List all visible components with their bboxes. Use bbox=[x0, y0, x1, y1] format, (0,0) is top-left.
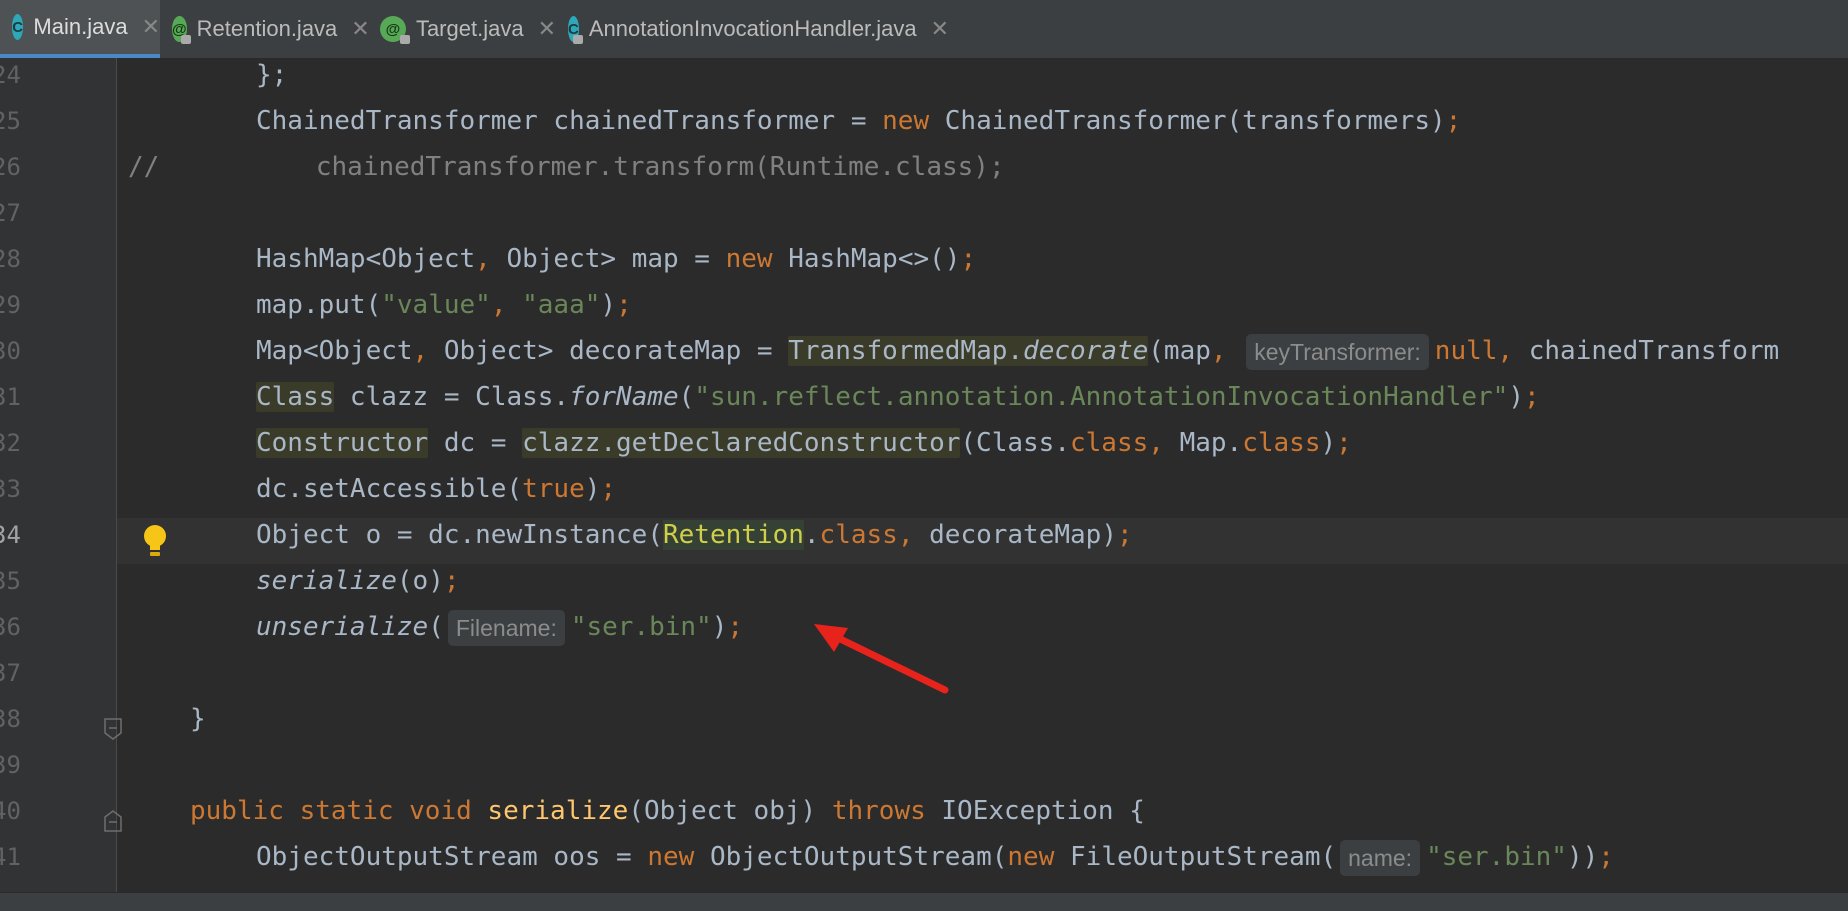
code-line-35[interactable]: serialize(o); bbox=[256, 558, 460, 604]
line-number: 32 bbox=[0, 429, 21, 457]
java-class-lock-icon: C bbox=[568, 16, 583, 44]
tab-target-java[interactable]: @ Target.java ✕ bbox=[368, 0, 556, 58]
annotation-lock-icon: @ bbox=[380, 16, 410, 44]
code-line-29[interactable]: map.put("value", "aaa"); bbox=[256, 282, 632, 328]
line-number: 33 bbox=[0, 475, 21, 503]
code-line-24[interactable]: }; bbox=[256, 52, 287, 98]
code-line-36[interactable]: unserialize(Filename: "ser.bin"); bbox=[256, 604, 743, 650]
tab-label: AnnotationInvocationHandler.java bbox=[588, 16, 917, 41]
close-icon[interactable]: ✕ bbox=[351, 16, 369, 42]
line-number: 37 bbox=[0, 659, 21, 687]
tab-label: Retention.java bbox=[196, 16, 338, 41]
line-number: 35 bbox=[0, 567, 21, 595]
java-class-icon: C bbox=[12, 14, 24, 40]
fold-marker-icon[interactable] bbox=[104, 810, 122, 832]
code-line-33[interactable]: dc.setAccessible(true); bbox=[256, 466, 616, 512]
line-number: 40 bbox=[0, 797, 21, 825]
gutter-divider bbox=[116, 58, 117, 892]
line-number: 26 bbox=[0, 153, 21, 181]
code-line-28[interactable]: HashMap<Object, Object> map = new HashMa… bbox=[256, 236, 976, 282]
tab-annotationinvocationhandler-java[interactable]: C AnnotationInvocationHandler.java ✕ bbox=[556, 0, 949, 58]
parameter-hint: Filename: bbox=[447, 609, 565, 646]
line-number: 36 bbox=[0, 613, 21, 641]
tab-main-java[interactable]: C Main.java ✕ bbox=[0, 0, 160, 58]
code-line-34[interactable]: Object o = dc.newInstance(Retention.clas… bbox=[256, 512, 1133, 558]
tab-label: Main.java bbox=[33, 14, 128, 39]
code-line-41[interactable]: ObjectOutputStream oos = new ObjectOutpu… bbox=[256, 834, 1614, 880]
code-line-38[interactable]: } bbox=[190, 696, 206, 742]
red-arrow-annotation bbox=[814, 624, 949, 694]
lightbulb-icon[interactable] bbox=[142, 524, 168, 558]
code-line-40[interactable]: public static void serialize(Object obj)… bbox=[190, 788, 1145, 834]
line-number: 41 bbox=[0, 843, 21, 871]
parameter-hint: keyTransformer: bbox=[1246, 333, 1429, 370]
close-icon[interactable]: ✕ bbox=[538, 16, 556, 42]
line-number: 31 bbox=[0, 383, 21, 411]
line-number: 27 bbox=[0, 199, 21, 227]
code-line-25[interactable]: ChainedTransformer chainedTransformer = … bbox=[256, 98, 1461, 144]
line-number-current: 34 bbox=[0, 521, 21, 549]
line-number: 25 bbox=[0, 107, 21, 135]
horizontal-scrollbar[interactable] bbox=[0, 892, 1848, 911]
fold-marker-icon[interactable] bbox=[104, 718, 122, 740]
annotation-lock-icon: @ bbox=[172, 16, 191, 44]
line-number: 29 bbox=[0, 291, 21, 319]
line-number: 39 bbox=[0, 751, 21, 779]
code-line-32[interactable]: Constructor dc = clazz.getDeclaredConstr… bbox=[256, 420, 1352, 466]
line-number: 28 bbox=[0, 245, 21, 273]
tab-label: Target.java bbox=[415, 16, 524, 41]
close-icon[interactable]: ✕ bbox=[931, 16, 949, 42]
line-number: 30 bbox=[0, 337, 21, 365]
tab-retention-java[interactable]: @ Retention.java ✕ bbox=[160, 0, 370, 58]
line-number: 24 bbox=[0, 61, 21, 89]
code-line-30[interactable]: Map<Object, Object> decorateMap = Transf… bbox=[256, 328, 1779, 374]
parameter-hint: name: bbox=[1340, 839, 1421, 876]
code-editor[interactable]: 24 25 26 27 28 29 30 31 32 33 34 35 36 3… bbox=[0, 58, 1848, 892]
code-line-26[interactable]: // chainedTransformer.transform(Runtime.… bbox=[128, 144, 1005, 190]
retention-symbol[interactable]: Retention bbox=[663, 520, 804, 550]
line-number: 38 bbox=[0, 705, 21, 733]
close-icon[interactable]: ✕ bbox=[142, 14, 160, 40]
editor-tab-bar: C Main.java ✕ @ Retention.java ✕ @ Targe… bbox=[0, 0, 1848, 59]
code-line-31[interactable]: Class clazz = Class.forName("sun.reflect… bbox=[256, 374, 1540, 420]
